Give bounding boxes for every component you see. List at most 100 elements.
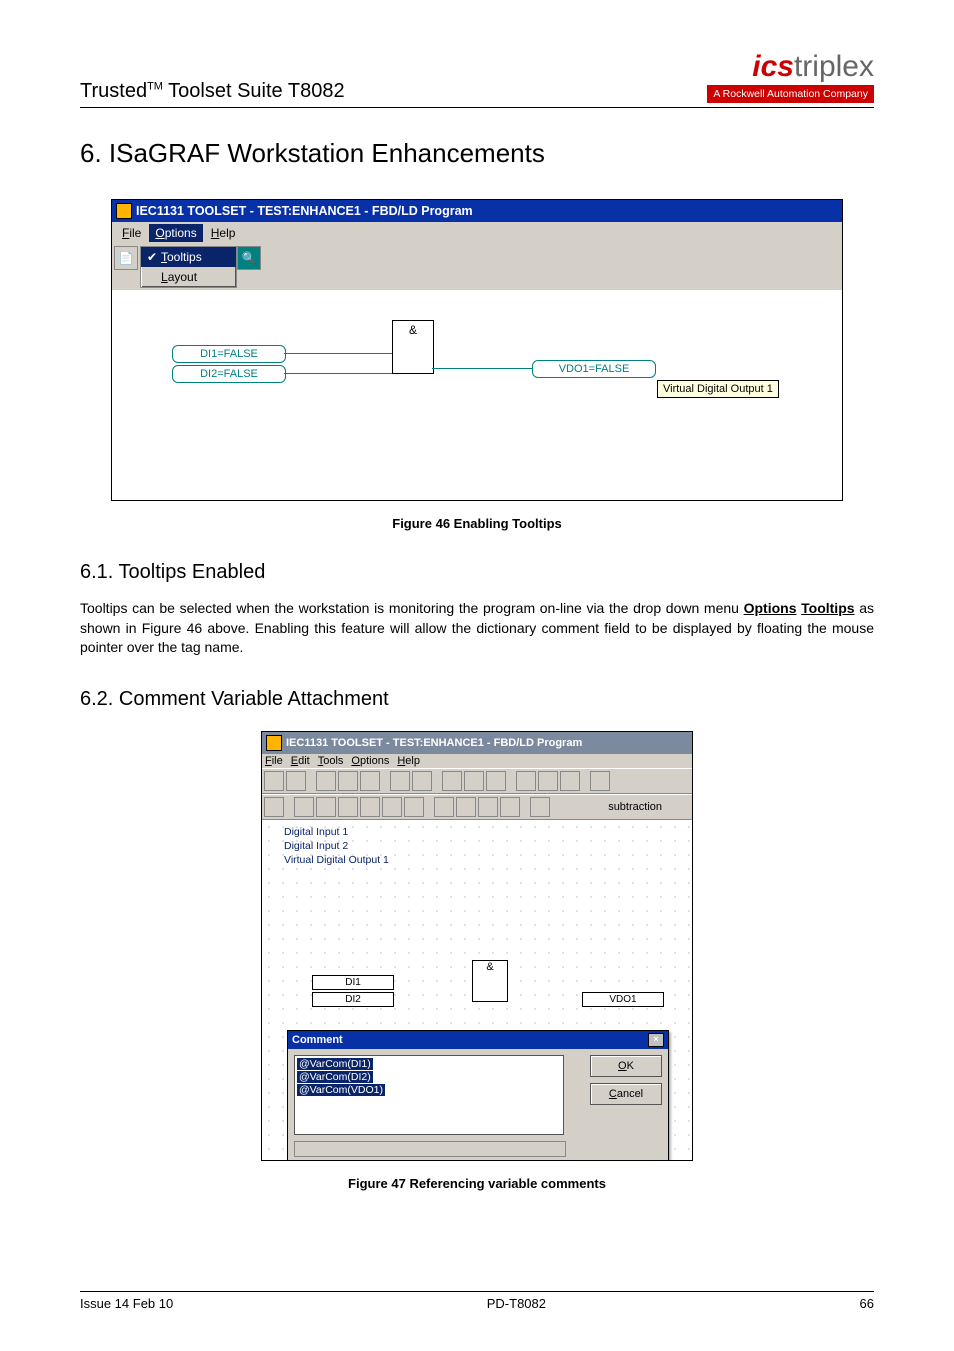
tb-btn[interactable] [264,771,284,791]
trademark: TM [147,80,163,92]
block-di1[interactable]: DI1 [312,975,394,990]
menu-file[interactable]: File [116,224,147,242]
menu-help[interactable]: Help [397,755,420,767]
page-header: TrustedTM Toolset Suite T8082 icstriplex… [80,50,874,108]
figure-46-caption: Figure 46 Enabling Tooltips [80,516,874,531]
tb-btn[interactable] [360,797,380,817]
tb-btn[interactable] [500,797,520,817]
tb-btn[interactable] [516,771,536,791]
wire [432,368,532,369]
figure-47-caption: Figure 47 Referencing variable comments [80,1176,874,1191]
footer-right: 66 [860,1296,874,1311]
dialog-buttons: OK Cancel [590,1055,662,1111]
comment-line-2: @VarCom(DI2) [297,1071,373,1083]
ok-button[interactable]: OK [590,1055,662,1077]
heading-1: 6. ISaGRAF Workstation Enhancements [80,138,874,169]
label-subtraction: subtraction [608,801,662,813]
heading-6-1: 6.1. Tooltips Enabled [80,561,874,584]
app-icon [116,203,132,219]
tb-btn[interactable] [382,797,402,817]
comment-titlebar: Comment × [288,1031,668,1049]
screenshot-enabling-tooltips: IEC1131 TOOLSET - TEST:ENHANCE1 - FBD/LD… [111,199,843,501]
paragraph-tooltips: Tooltips can be selected when the workst… [80,599,874,658]
logo-block: icstriplex A Rockwell Automation Company [707,50,874,103]
cancel-button[interactable]: Cancel [590,1083,662,1105]
comment-textarea[interactable]: @VarCom(DI1) @VarCom(DI2) @VarCom(VDO1) [294,1055,564,1135]
dropdown-tooltips[interactable]: ✔Tooltips [141,247,236,267]
wire [284,373,392,374]
tb-btn[interactable] [464,771,484,791]
block-vdo1[interactable]: VDO1 [582,992,664,1007]
block-di2[interactable]: DI2 [312,992,394,1007]
window-titlebar: IEC1131 TOOLSET - TEST:ENHANCE1 - FBD/LD… [112,200,842,222]
tb-btn[interactable] [538,771,558,791]
tb-btn[interactable] [442,771,462,791]
window-title-2: IEC1131 TOOLSET - TEST:ENHANCE1 - FBD/LD… [286,737,582,749]
comment-line-1: @VarCom(DI1) [297,1058,373,1070]
tb-btn[interactable] [316,771,336,791]
logo-ics: ics [752,50,794,83]
tb-btn[interactable] [338,797,358,817]
tb-btn[interactable] [412,771,432,791]
close-icon[interactable]: × [648,1033,664,1047]
tb-btn[interactable] [530,797,550,817]
tb-btn[interactable] [264,797,284,817]
tb-btn[interactable] [390,771,410,791]
tb-btn[interactable] [486,771,506,791]
and-gate[interactable]: & [392,320,434,374]
horizontal-scrollbar[interactable] [294,1141,566,1157]
comment-line-3: @VarCom(VDO1) [297,1084,385,1096]
toolbar-button[interactable]: 📄 [114,246,138,270]
tb-btn[interactable] [560,771,580,791]
app-icon [266,735,282,751]
tb-btn[interactable] [456,797,476,817]
fbd-canvas: DI1=FALSE DI2=FALSE & VDO1=FALSE Virtual… [112,290,842,500]
block-vdo1[interactable]: VDO1=FALSE [532,360,656,378]
toolbar: 📄 ✔Tooltips Layout 🔍 [112,244,842,290]
tooltip-popup: Virtual Digital Output 1 [657,380,779,398]
window-titlebar-2: IEC1131 TOOLSET - TEST:ENHANCE1 - FBD/LD… [262,732,692,754]
footer-left: Issue 14 Feb 10 [80,1296,173,1311]
block-di2[interactable]: DI2=FALSE [172,365,286,383]
logo-text: icstriplex [707,50,874,84]
tb-btn[interactable] [286,771,306,791]
var-label-di2: Digital Input 2 [284,840,348,852]
comment-title: Comment [292,1034,343,1046]
tb-btn[interactable] [360,771,380,791]
fbd-canvas-2: Digital Input 1 Digital Input 2 Virtual … [262,820,692,1160]
tb-btn[interactable] [294,797,314,817]
options-dropdown[interactable]: ✔Tooltips Layout [140,246,237,288]
window-title: IEC1131 TOOLSET - TEST:ENHANCE1 - FBD/LD… [136,204,473,218]
tb-btn[interactable] [478,797,498,817]
header-prefix: Trusted [80,80,147,102]
tb-btn[interactable] [404,797,424,817]
tb-btn[interactable] [434,797,454,817]
menu-tools[interactable]: Tools [318,755,344,767]
menu-bar[interactable]: File Options Help [112,222,842,244]
footer-center: PD-T8082 [487,1296,546,1311]
menu-options[interactable]: Options [351,755,389,767]
menu-bar-2[interactable]: File Edit Tools Options Help [262,754,692,768]
tb-btn[interactable] [338,771,358,791]
var-label-di1: Digital Input 1 [284,826,348,838]
toolbar-zoom-button[interactable]: 🔍 [237,246,261,270]
menu-file[interactable]: File [265,755,283,767]
tb-btn[interactable] [316,797,336,817]
menu-edit[interactable]: Edit [291,755,310,767]
dropdown-layout[interactable]: Layout [141,267,236,287]
block-di1[interactable]: DI1=FALSE [172,345,286,363]
menu-help[interactable]: Help [205,224,242,242]
toolbar-row-2: subtraction [262,794,692,820]
page-footer: Issue 14 Feb 10 PD-T8082 66 [80,1291,874,1311]
logo-triplex: triplex [794,50,874,83]
comment-dialog[interactable]: Comment × @VarCom(DI1) @VarCom(DI2) @Var… [287,1030,669,1160]
tb-btn[interactable] [590,771,610,791]
wire [284,353,392,354]
header-left: TrustedTM Toolset Suite T8082 [80,80,345,103]
var-label-vdo1: Virtual Digital Output 1 [284,854,389,866]
menu-options[interactable]: Options [149,224,202,242]
and-gate[interactable]: & [472,960,508,1002]
logo-subtitle: A Rockwell Automation Company [707,85,874,103]
screenshot-comment-variable: IEC1131 TOOLSET - TEST:ENHANCE1 - FBD/LD… [261,731,693,1161]
header-suffix: Toolset Suite T8082 [163,80,345,102]
